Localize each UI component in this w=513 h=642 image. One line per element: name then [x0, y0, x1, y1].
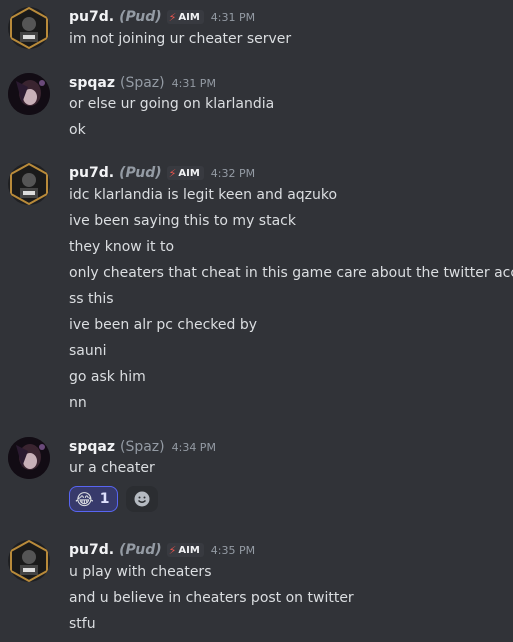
lightning-bolt-icon: ⚡	[168, 10, 177, 24]
username[interactable]: pu7d.	[69, 9, 114, 25]
message-text: or else ur going on klarlandia	[69, 96, 275, 112]
avatar[interactable]	[8, 540, 50, 582]
avatar[interactable]	[8, 163, 50, 205]
timestamp: 4:35 PM	[210, 543, 256, 557]
message-text: u play with cheaters	[69, 564, 212, 580]
nickname: (Pud)	[119, 9, 162, 25]
timestamp: 4:31 PM	[171, 76, 216, 90]
avatar[interactable]	[8, 7, 50, 49]
nickname: (Spaz)	[119, 439, 165, 455]
guild-tag[interactable]: ⚡ AIM	[166, 166, 204, 180]
nickname: (Spaz)	[119, 75, 165, 91]
message-text: ok	[69, 122, 86, 138]
message-text: nn	[69, 395, 87, 411]
guild-tag-label: AIM	[178, 544, 200, 556]
guild-tag[interactable]: ⚡ AIM	[166, 10, 204, 24]
message-text: they know it to	[69, 239, 175, 255]
timestamp: 4:32 PM	[210, 166, 256, 180]
message-text: idc klarlandia is legit keen and aqzuko	[69, 187, 338, 203]
joy-emoji: 😂	[75, 489, 94, 509]
message-text: sauni	[69, 343, 107, 359]
username[interactable]: spqaz	[69, 75, 115, 91]
smiley-add-icon	[134, 491, 150, 507]
lightning-bolt-icon: ⚡	[168, 166, 177, 180]
avatar[interactable]	[8, 437, 50, 479]
lightning-bolt-icon: ⚡	[168, 543, 177, 557]
add-reaction-button[interactable]	[126, 486, 158, 512]
message-text: ive been saying this to my stack	[69, 213, 296, 229]
username[interactable]: spqaz	[69, 439, 115, 455]
username[interactable]: pu7d.	[69, 165, 114, 181]
nickname: (Pud)	[119, 165, 162, 181]
message-text: and u believe in cheaters post on twitte…	[69, 590, 354, 606]
avatar[interactable]	[8, 73, 50, 115]
username[interactable]: pu7d.	[69, 542, 114, 558]
message-text: stfu	[69, 616, 96, 632]
message-text: ur a cheater	[69, 460, 155, 476]
message-text: ss this	[69, 291, 114, 307]
guild-tag-label: AIM	[178, 11, 200, 23]
timestamp: 4:34 PM	[171, 440, 216, 454]
message-text: im not joining ur cheater server	[69, 31, 292, 47]
reaction-count: 1	[99, 491, 110, 507]
message-text: go ask him	[69, 369, 146, 385]
message-text: only cheaters that cheat in this game ca…	[69, 265, 513, 281]
guild-tag-label: AIM	[178, 167, 200, 179]
message-text: ive been alr pc checked by	[69, 317, 257, 333]
timestamp: 4:31 PM	[210, 10, 256, 24]
nickname: (Pud)	[119, 542, 162, 558]
reaction-pill[interactable]: 😂 1	[69, 486, 119, 512]
guild-tag[interactable]: ⚡ AIM	[166, 543, 204, 557]
